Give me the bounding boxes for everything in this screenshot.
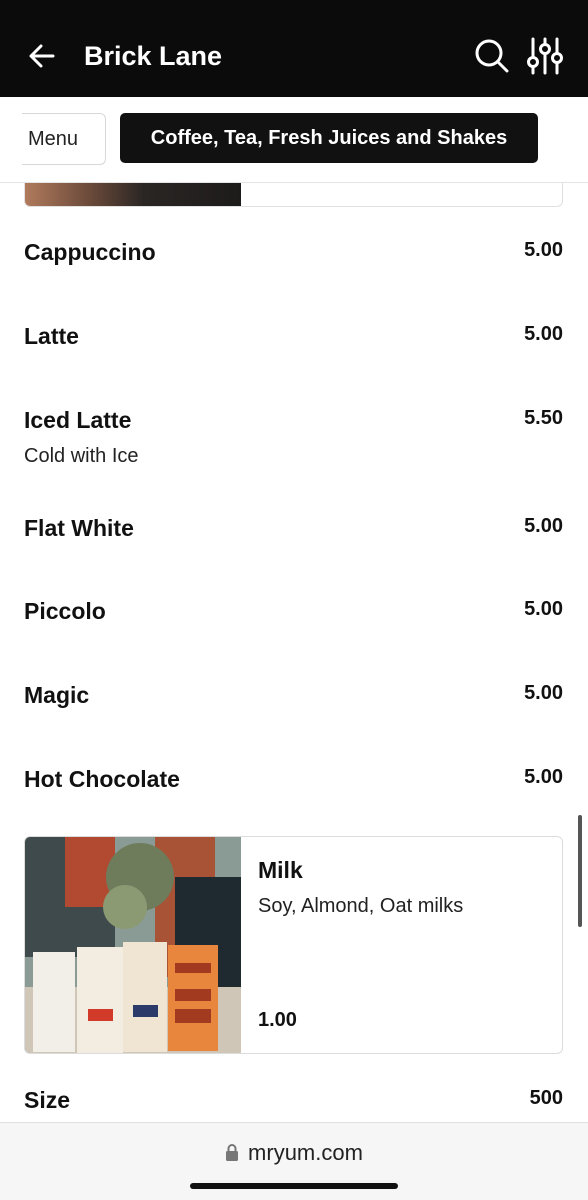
menu-item-milk-card[interactable]: Milk Soy, Almond, Oat milks 1.00 [24,836,563,1054]
menu-item-magic[interactable]: Magic 5.00 [24,682,564,742]
menu-item-piccolo[interactable]: Piccolo 5.00 [24,598,564,658]
item-price: 5.00 [524,682,563,704]
address-bar[interactable]: mryum.com [0,1140,588,1166]
item-name: Size [24,1087,71,1113]
item-name: Hot Chocolate [24,766,180,792]
menu-item-hot-chocolate[interactable]: Hot Chocolate 5.00 [24,766,564,826]
item-name: Flat White [24,515,134,541]
back-arrow-icon[interactable] [26,40,58,72]
menu-item-cappuccino[interactable]: Cappuccino 5.00 [24,239,564,299]
item-name: Piccolo [24,598,106,624]
scrollbar[interactable] [578,815,582,927]
tab-coffee-tea-juices-shakes[interactable]: Coffee, Tea, Fresh Juices and Shakes [120,113,538,163]
item-price: 5.00 [524,323,563,345]
item-name: Milk [258,857,303,883]
url-text: mryum.com [248,1140,363,1165]
previous-item-card[interactable] [24,183,563,207]
item-price: 500 [529,1087,563,1109]
menu-item-latte[interactable]: Latte 5.00 [24,323,564,383]
item-description: Cold with Ice [24,445,139,467]
browser-bottom-bar: mryum.com [0,1122,588,1200]
previous-item-image [25,183,241,206]
item-price: 5.00 [524,598,563,620]
category-tabs: Menu Coffee, Tea, Fresh Juices and Shake… [0,97,588,183]
milk-cartons-photo [25,837,241,1053]
item-price: 5.00 [524,239,563,261]
tab-menu[interactable]: Menu [22,113,106,165]
filter-sliders-icon[interactable] [526,36,564,76]
item-price: 1.00 [258,1009,297,1031]
item-name: Magic [24,682,90,708]
lock-icon [226,1144,239,1161]
page-title: Brick Lane [84,41,223,71]
item-name: Iced Latte [24,407,132,433]
item-name: Cappuccino [24,239,156,265]
menu-item-size[interactable]: Size 500 [24,1087,564,1121]
item-description: Soy, Almond, Oat milks [258,895,464,917]
item-name: Latte [24,323,79,349]
top-app-bar: Brick Lane [0,0,588,97]
item-price: 5.50 [524,407,563,429]
menu-item-iced-latte[interactable]: Iced Latte 5.50 Cold with Ice [24,407,564,477]
menu-item-flat-white[interactable]: Flat White 5.00 [24,515,564,575]
home-indicator[interactable] [190,1183,398,1189]
item-price: 5.00 [524,515,563,537]
search-icon[interactable] [474,38,510,74]
item-price: 5.00 [524,766,563,788]
